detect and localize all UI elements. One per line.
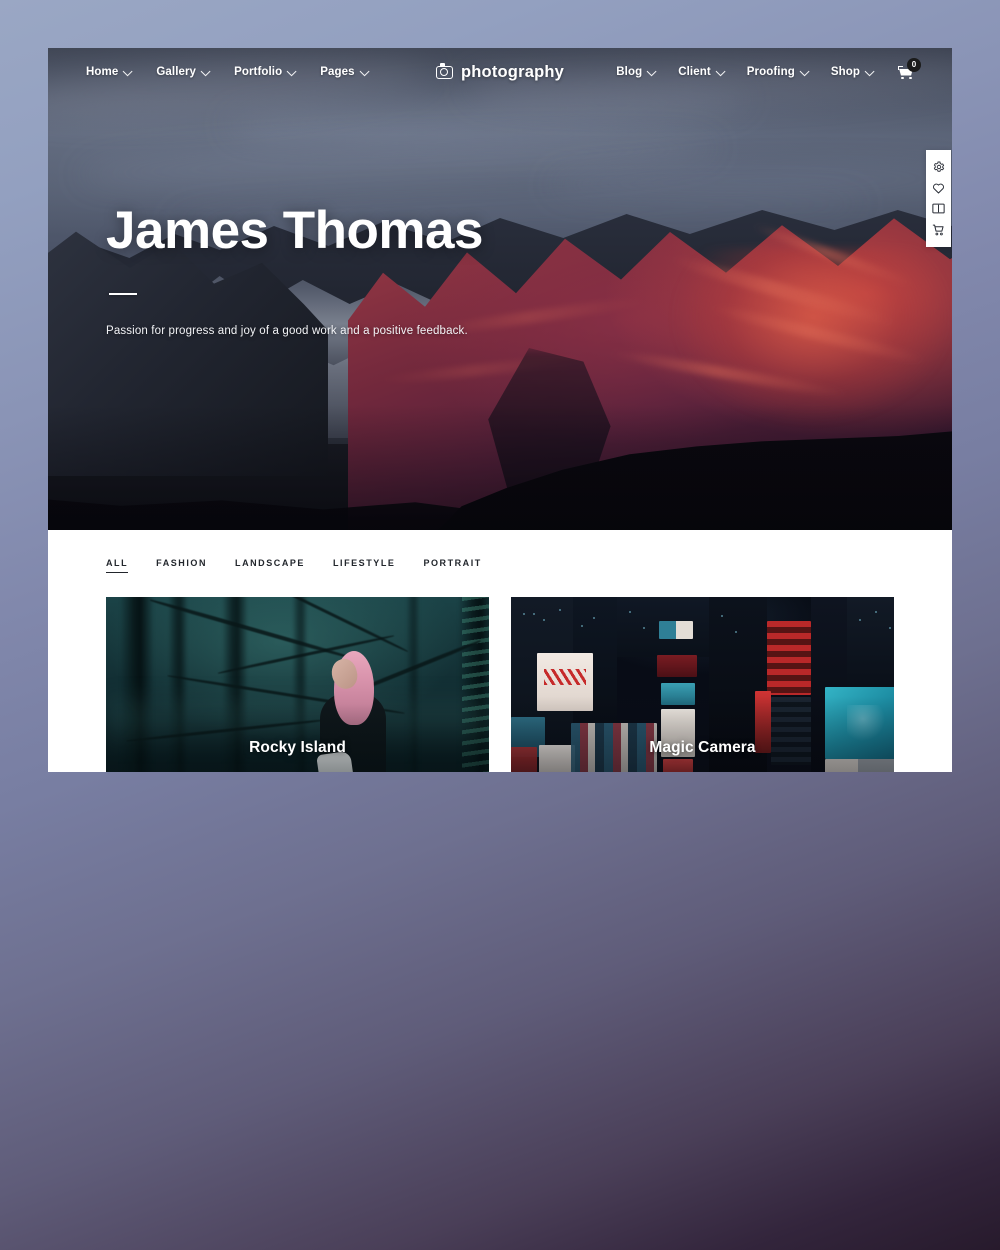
hero-banner: Home Gallery Portfolio Pages photography… <box>48 48 952 530</box>
nav-item-label: Portfolio <box>234 66 283 78</box>
filter-tab-lifestyle[interactable]: LIFESTYLE <box>333 558 395 572</box>
site-viewport: Home Gallery Portfolio Pages photography… <box>48 48 952 772</box>
toolbar-album-button[interactable] <box>926 198 951 219</box>
nav-item-label: Home <box>86 66 119 78</box>
toolbar-cart-button[interactable] <box>926 219 951 240</box>
chevron-down-icon <box>799 65 810 76</box>
chevron-down-icon <box>122 65 133 76</box>
heart-icon <box>933 183 944 193</box>
site-logo[interactable]: photography <box>435 62 565 82</box>
nav-item-proofing[interactable]: Proofing <box>746 65 810 78</box>
nav-item-home[interactable]: Home <box>86 65 133 78</box>
gallery-filter-tabs: ALL FASHION LANDSCAPE LIFESTYLE PORTRAIT <box>106 552 894 573</box>
filter-tab-fashion[interactable]: FASHION <box>156 558 207 572</box>
nav-item-shop[interactable]: Shop <box>830 65 875 78</box>
gallery-card-title: Rocky Island <box>249 739 346 756</box>
filter-tab-landscape[interactable]: LANDSCAPE <box>235 558 305 572</box>
floating-toolbar <box>926 150 951 247</box>
chevron-down-icon <box>715 65 726 76</box>
hero-subtitle: Passion for progress and joy of a good w… <box>106 325 468 337</box>
site-logo-label: photography <box>460 62 565 81</box>
gallery-grid: Rocky Island Magic Camera <box>106 597 894 772</box>
filter-tab-all[interactable]: ALL <box>106 558 129 573</box>
filter-tab-portrait[interactable]: PORTRAIT <box>423 558 481 572</box>
book-icon <box>932 203 945 214</box>
shopping-cart-icon <box>932 224 944 235</box>
nav-item-gallery[interactable]: Gallery <box>156 65 211 78</box>
nav-item-label: Gallery <box>156 66 197 78</box>
chevron-down-icon <box>646 65 657 76</box>
nav-item-pages[interactable]: Pages <box>320 65 370 78</box>
gear-icon <box>933 161 944 172</box>
toolbar-settings-button[interactable] <box>926 156 951 177</box>
nav-item-label: Blog <box>616 66 643 78</box>
nav-item-portfolio[interactable]: Portfolio <box>234 65 297 78</box>
nav-item-blog[interactable]: Blog <box>616 65 657 78</box>
gallery-card-magic-camera[interactable]: Magic Camera <box>511 597 894 772</box>
chevron-down-icon <box>359 65 370 76</box>
gallery-section: ALL FASHION LANDSCAPE LIFESTYLE PORTRAIT <box>48 530 952 772</box>
chevron-down-icon <box>286 65 297 76</box>
nav-item-label: Shop <box>830 66 860 78</box>
hero-title: James Thomas <box>106 201 483 260</box>
chevron-down-icon <box>200 65 211 76</box>
toolbar-favorites-button[interactable] <box>926 177 951 198</box>
camera-icon <box>435 62 453 79</box>
nav-cart-button[interactable]: 0 <box>896 57 921 80</box>
gallery-card-rocky-island[interactable]: Rocky Island <box>106 597 489 772</box>
gallery-card-title: Magic Camera <box>649 739 756 756</box>
nav-left-group: Home Gallery Portfolio Pages <box>86 65 436 78</box>
cart-badge: 0 <box>907 57 921 72</box>
hero-copy: James Thomas Passion for progress and jo… <box>106 204 483 337</box>
chevron-down-icon <box>864 65 875 76</box>
nav-item-label: Proofing <box>746 66 795 78</box>
nav-item-label: Client <box>678 66 711 78</box>
main-navigation: Home Gallery Portfolio Pages photography… <box>48 48 952 96</box>
hero-divider <box>109 293 137 295</box>
nav-right-group: Blog Client Proofing Shop 0 <box>564 57 921 80</box>
cart-wheels <box>901 76 912 80</box>
nav-item-label: Pages <box>320 66 355 78</box>
nav-item-client[interactable]: Client <box>678 65 726 78</box>
